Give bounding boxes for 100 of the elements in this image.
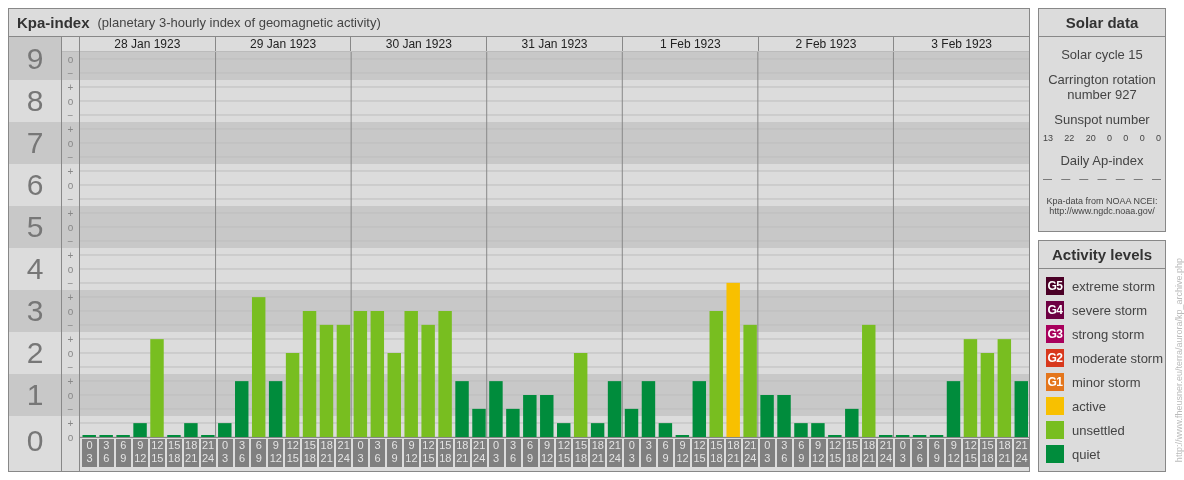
kp-level-label: 7	[9, 122, 61, 164]
sunspot-value: 22	[1064, 133, 1075, 143]
activity-level-label: strong storm	[1072, 326, 1145, 342]
source-text: Kpa-data from NOAA NCEI:	[1046, 196, 1158, 206]
hour-range-label: 9 12	[675, 439, 691, 467]
kp-level-label: 3	[9, 290, 61, 332]
kp-sublevel-label: −	[62, 150, 79, 164]
kp-sublevel-label: +	[62, 374, 79, 388]
storm-level-badge: G1	[1046, 373, 1064, 391]
storm-level-badge: G2	[1046, 349, 1064, 367]
date-label: 29 Jan 1923	[214, 37, 351, 51]
hour-range-label: 3 6	[505, 439, 521, 467]
activity-level-label: severe storm	[1072, 302, 1148, 318]
ap-index-value: —	[1151, 174, 1161, 184]
hour-range-label: 15 18	[302, 439, 318, 467]
sunspot-value: 0	[1139, 133, 1145, 143]
hour-range-label: 6 9	[929, 439, 945, 467]
hour-range-label: 18 21	[861, 439, 877, 467]
hour-range-label: 12 15	[420, 439, 436, 467]
hour-range-label: 9 12	[810, 439, 826, 467]
hour-range-label: 15 18	[709, 439, 724, 467]
hour-range-label: 3 6	[641, 439, 657, 467]
kp-level-label: 9	[9, 37, 61, 80]
hour-range-label: 15 18	[166, 439, 182, 467]
hour-range-label: 0 3	[624, 439, 640, 467]
hour-range-label: 21 24	[742, 439, 758, 467]
activity-level-label: extreme storm	[1072, 278, 1156, 294]
ap-index-value: —	[1115, 174, 1125, 184]
hour-range-label: 12 15	[149, 439, 165, 467]
storm-level-badge: G5	[1046, 277, 1064, 295]
hour-range-label: 15 18	[437, 439, 453, 467]
date-label: 28 Jan 1923	[113, 37, 182, 51]
hour-range-label: 21 24	[607, 439, 623, 467]
activity-level-label: quiet	[1072, 446, 1101, 462]
hour-range-label: 21 24	[200, 439, 216, 467]
storm-level-badge: G4	[1046, 301, 1064, 319]
ap-index-value: —	[1079, 174, 1089, 184]
hour-range-label: 0 3	[895, 439, 911, 467]
hour-range-label: 6 9	[793, 439, 809, 467]
kp-level-label: 5	[9, 206, 61, 248]
ap-index-value: —	[1133, 174, 1143, 184]
hour-range-label: 9 12	[132, 439, 148, 467]
hour-range-label: 21 24	[1014, 439, 1029, 467]
kp-sublevel-label: +	[62, 122, 79, 136]
hour-range-label: 18 21	[183, 439, 199, 467]
hour-range-label: 6 9	[251, 439, 267, 467]
activity-level-label: active	[1072, 398, 1106, 414]
hour-range-label: 0 3	[488, 439, 504, 467]
hour-range-label: 21 24	[471, 439, 487, 467]
hour-range-label: 6 9	[522, 439, 538, 467]
panel-title: Solar data	[1039, 9, 1165, 37]
panel-title: Activity levels	[1039, 241, 1165, 269]
hour-range-label: 18 21	[725, 439, 741, 467]
hour-range-label: 12 15	[692, 439, 707, 467]
activity-level-label: moderate storm	[1072, 350, 1164, 366]
chart-title: Kpa-index	[17, 14, 90, 31]
date-label: 30 Jan 1923	[350, 37, 487, 51]
hour-range-label: 18 21	[997, 439, 1013, 467]
credit-url-text: http://www.fheusner.eu/terra/aurora/kp_archive.php	[1174, 257, 1184, 462]
sunspot-value: 0	[1123, 133, 1129, 143]
hour-range-label: 6 9	[115, 439, 131, 467]
hour-range-label: 9 12	[539, 439, 555, 467]
kp-sublevel-label: +	[62, 206, 79, 220]
kp-sublevel-label: −	[62, 234, 79, 248]
sunspot-value: 0	[1107, 133, 1112, 143]
chart-subtitle: (planetary 3-hourly index of geomagnetic activity)	[97, 15, 381, 30]
ap-index-heading: Daily Ap-index	[1059, 153, 1145, 168]
hour-range-label: 15 18	[573, 439, 589, 467]
sunspot-value: 13	[1043, 133, 1053, 143]
sunspot-value: 20	[1085, 133, 1096, 143]
hour-range-label: 0 3	[353, 439, 369, 467]
ap-index-value: —	[1061, 174, 1071, 184]
ap-index-value: —	[1043, 174, 1052, 184]
date-label: 3 Feb 1923	[893, 37, 1030, 51]
hour-range-label: 3 6	[98, 439, 114, 467]
hour-range-label: 0 3	[217, 439, 233, 467]
source-url: http://www.ngdc.noaa.gov/	[1049, 206, 1155, 216]
hour-range-label: 3 6	[370, 439, 386, 467]
solar-cycle-text: Solar cycle 15	[1060, 47, 1144, 62]
hour-range-label: 3 6	[234, 439, 250, 467]
date-label: 2 Feb 1923	[757, 37, 894, 51]
hour-range-label: 12 15	[827, 439, 843, 467]
hour-range-label: 3 6	[912, 439, 928, 467]
kp-sublevel-label: −	[62, 402, 79, 416]
hour-range-label: 15 18	[980, 439, 996, 467]
hour-range-label: 18 21	[454, 439, 470, 467]
sunspot-value: 0	[1155, 133, 1161, 143]
activity-level-label: minor storm	[1072, 374, 1141, 390]
hour-range-label: 3 6	[776, 439, 792, 467]
carrington-rotation-text: Carrington rotation number 927	[1047, 72, 1157, 102]
kp-sublevel-label: +	[62, 290, 79, 304]
date-label: 31 Jan 1923	[486, 37, 622, 51]
hour-range-label: 15 18	[844, 439, 860, 467]
sunspot-heading: Sunspot number	[1053, 112, 1151, 127]
storm-level-badge: G3	[1046, 325, 1064, 343]
hour-range-label: 12 15	[963, 439, 979, 467]
hour-range-label: 18 21	[319, 439, 335, 467]
hour-range-label: 9 12	[403, 439, 419, 467]
ap-index-value: —	[1097, 174, 1107, 184]
hour-range-label: 21 24	[878, 439, 894, 467]
